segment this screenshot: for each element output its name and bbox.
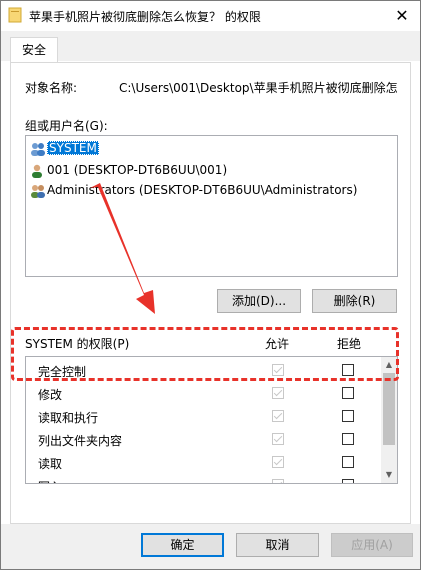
apply-button[interactable]: 应用(A) xyxy=(331,533,413,557)
ok-button[interactable]: 确定 xyxy=(141,533,224,557)
cancel-button[interactable]: 取消 xyxy=(236,533,319,557)
annotation-arrow-icon xyxy=(90,183,155,314)
permissions-dialog: 苹果手机照片被彻底删除怎么恢复？ 的权限 ✕ 安全 对象名称: C:\Users… xyxy=(0,0,421,570)
